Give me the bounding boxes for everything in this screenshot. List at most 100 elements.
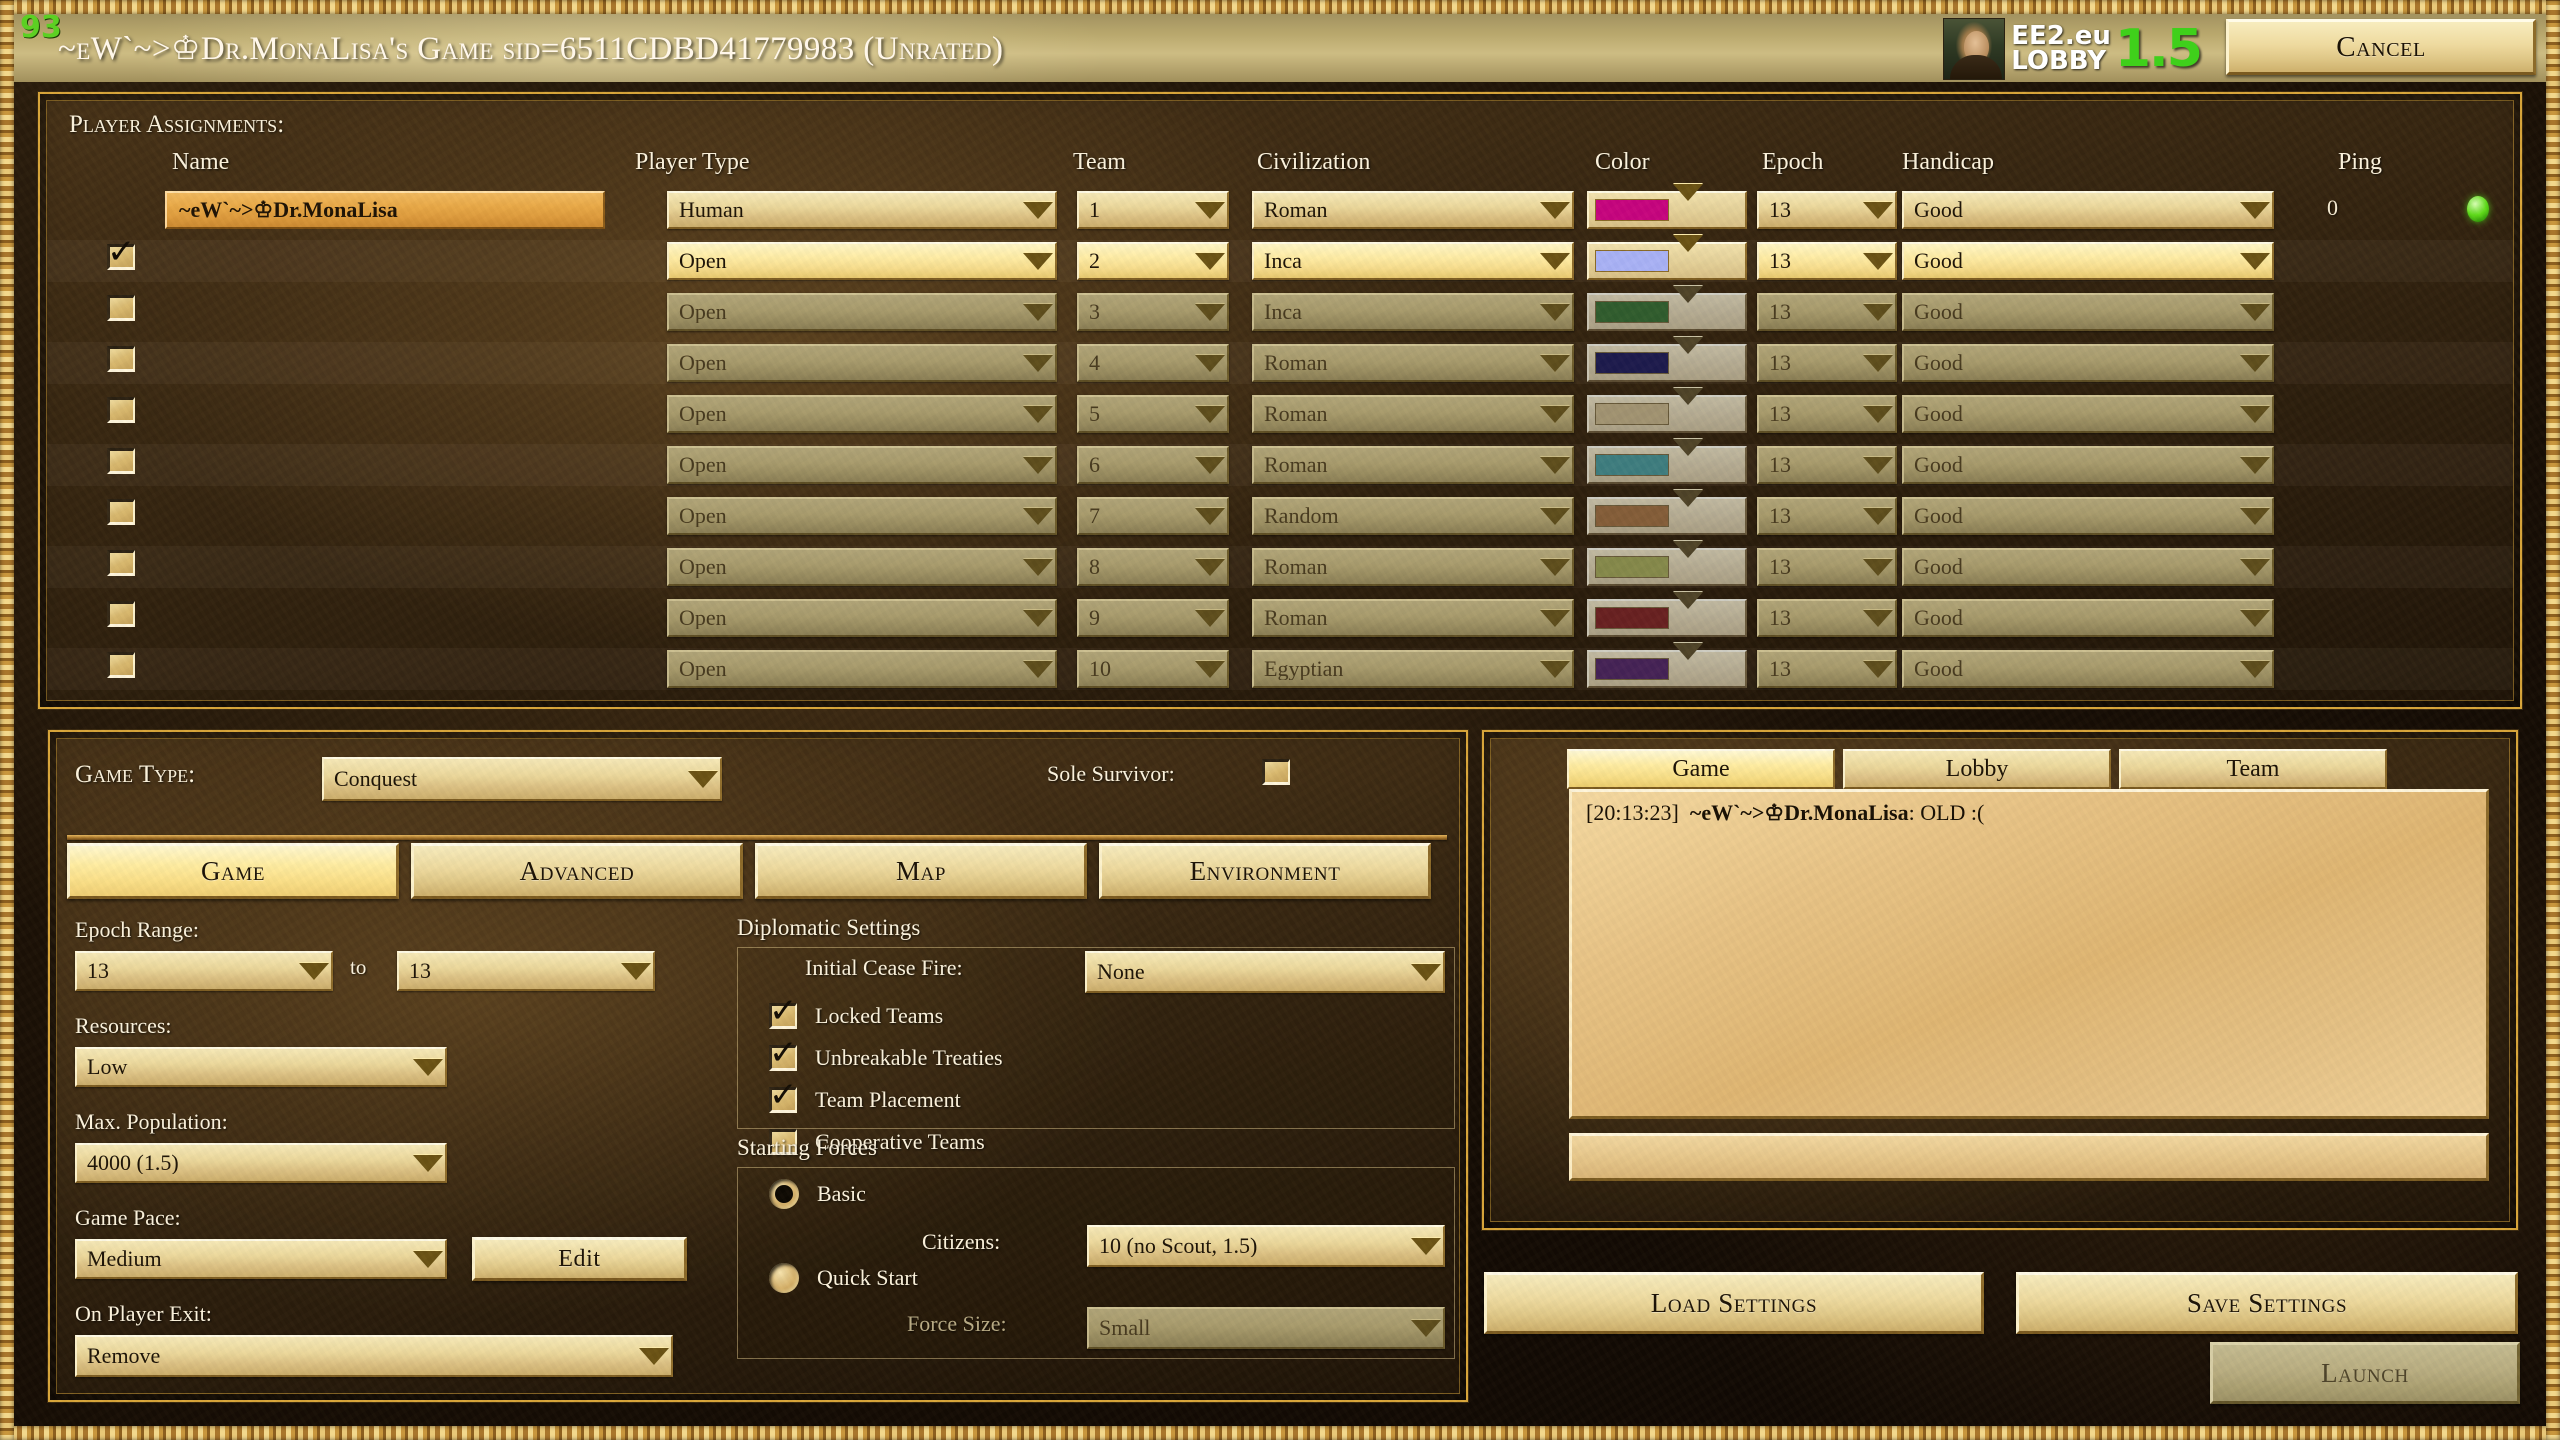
player-color-select[interactable] [1587,548,1747,586]
player-slot-checkbox[interactable] [107,550,135,576]
edit-pace-button[interactable]: Edit [472,1237,687,1281]
civilization-select[interactable]: Roman [1252,191,1574,229]
player-type-select[interactable]: Open [667,293,1057,331]
save-settings-button[interactable]: Save Settings [2016,1272,2518,1334]
player-type-select[interactable]: Human [667,191,1057,229]
diplomatic-option[interactable]: ✓ Locked Teams [769,994,943,1029]
initial-cease-fire-select[interactable]: None [1085,951,1445,993]
player-slot-checkbox[interactable] [107,601,135,627]
epoch-from-select[interactable]: 13 [75,951,333,991]
handicap-select[interactable]: Good [1902,548,2274,586]
player-slot-checkbox[interactable] [107,499,135,525]
civilization-select[interactable]: Roman [1252,446,1574,484]
epoch-to-select[interactable]: 13 [397,951,655,991]
team-select[interactable]: 9 [1077,599,1229,637]
diplomatic-option[interactable]: ✓ Team Placement [769,1078,961,1113]
handicap-select[interactable]: Good [1902,242,2274,280]
chat-message-area[interactable]: [20:13:23] ~eW`~>♔Dr.MonaLisa: OLD :( [1569,789,2489,1119]
table-row[interactable]: Open 10 Egyptian 13 Good [47,648,2513,690]
starting-forces-basic-radio[interactable] [769,1179,799,1209]
on-player-exit-select[interactable]: Remove [75,1335,673,1377]
epoch-select[interactable]: 13 [1757,242,1897,280]
player-type-select[interactable]: Open [667,395,1057,433]
player-type-select[interactable]: Open [667,497,1057,535]
team-select[interactable]: 3 [1077,293,1229,331]
player-slot-checkbox[interactable]: ✓ [107,235,136,270]
handicap-select[interactable]: Good [1902,446,2274,484]
handicap-select[interactable]: Good [1902,599,2274,637]
handicap-select[interactable]: Good [1902,395,2274,433]
epoch-select[interactable]: 13 [1757,293,1897,331]
player-color-select[interactable] [1587,242,1747,280]
diplomatic-checkbox[interactable]: ✓ [769,994,798,1029]
epoch-select[interactable]: 13 [1757,344,1897,382]
epoch-select[interactable]: 13 [1757,497,1897,535]
player-type-select[interactable]: Open [667,446,1057,484]
epoch-select[interactable]: 13 [1757,599,1897,637]
cancel-button[interactable]: Cancel [2226,19,2536,75]
tab-game[interactable]: Game [67,843,399,899]
epoch-select[interactable]: 13 [1757,446,1897,484]
civilization-select[interactable]: Inca [1252,293,1574,331]
launch-button[interactable]: Launch [2210,1342,2520,1404]
chat-tab-game[interactable]: Game [1567,749,1835,789]
game-type-select[interactable]: Conquest [322,757,722,801]
handicap-select[interactable]: Good [1902,344,2274,382]
game-pace-select[interactable]: Medium [75,1239,447,1279]
handicap-select[interactable]: Good [1902,650,2274,688]
civilization-select[interactable]: Roman [1252,548,1574,586]
player-type-select[interactable]: Open [667,548,1057,586]
team-select[interactable]: 1 [1077,191,1229,229]
team-select[interactable]: 10 [1077,650,1229,688]
epoch-select[interactable]: 13 [1757,650,1897,688]
handicap-select[interactable]: Good [1902,497,2274,535]
max-population-select[interactable]: 4000 (1.5) [75,1143,447,1183]
chat-input-field[interactable] [1569,1133,2489,1181]
epoch-select[interactable]: 13 [1757,395,1897,433]
team-select[interactable]: 6 [1077,446,1229,484]
player-type-select[interactable]: Open [667,650,1057,688]
team-select[interactable]: 2 [1077,242,1229,280]
civilization-select[interactable]: Inca [1252,242,1574,280]
starting-forces-quick-start-radio[interactable] [769,1263,799,1293]
player-type-select[interactable]: Open [667,344,1057,382]
civilization-select[interactable]: Roman [1252,395,1574,433]
player-name-field[interactable]: ~eW`~>♔Dr.MonaLisa [165,191,605,229]
civilization-select[interactable]: Random [1252,497,1574,535]
load-settings-button[interactable]: Load Settings [1484,1272,1984,1334]
player-color-select[interactable] [1587,293,1747,331]
table-row[interactable]: Open 9 Roman 13 Good [47,597,2513,639]
table-row[interactable]: Open 5 Roman 13 Good [47,393,2513,435]
player-slot-checkbox[interactable] [107,346,135,372]
tab-environment[interactable]: Environment [1099,843,1431,899]
player-color-select[interactable] [1587,650,1747,688]
player-slot-checkbox[interactable] [107,295,135,321]
chat-tab-lobby[interactable]: Lobby [1843,749,2111,789]
table-row[interactable]: Open 6 Roman 13 Good [47,444,2513,486]
civilization-select[interactable]: Roman [1252,599,1574,637]
player-color-select[interactable] [1587,395,1747,433]
table-row[interactable]: ~eW`~>♔Dr.MonaLisa Human 1 Roman 13 Good 0 [47,189,2513,231]
handicap-select[interactable]: Good [1902,293,2274,331]
team-select[interactable]: 8 [1077,548,1229,586]
handicap-select[interactable]: Good [1902,191,2274,229]
player-color-select[interactable] [1587,344,1747,382]
table-row[interactable]: Open 3 Inca 13 Good [47,291,2513,333]
diplomatic-checkbox[interactable]: ✓ [769,1078,798,1113]
player-type-select[interactable]: Open [667,242,1057,280]
player-color-select[interactable] [1587,497,1747,535]
epoch-select[interactable]: 13 [1757,548,1897,586]
table-row[interactable]: Open 4 Roman 13 Good [47,342,2513,384]
player-slot-checkbox[interactable] [107,652,135,678]
diplomatic-checkbox[interactable]: ✓ [769,1036,798,1071]
sole-survivor-checkbox[interactable] [1262,759,1290,785]
resources-select[interactable]: Low [75,1047,447,1087]
civilization-select[interactable]: Roman [1252,344,1574,382]
player-color-select[interactable] [1587,446,1747,484]
table-row[interactable]: ✓ Open 2 Inca 13 Good [47,235,2513,282]
player-color-select[interactable] [1587,599,1747,637]
player-color-select[interactable] [1587,191,1747,229]
table-row[interactable]: Open 8 Roman 13 Good [47,546,2513,588]
tab-advanced[interactable]: Advanced [411,843,743,899]
diplomatic-option[interactable]: ✓ Unbreakable Treaties [769,1036,1003,1071]
